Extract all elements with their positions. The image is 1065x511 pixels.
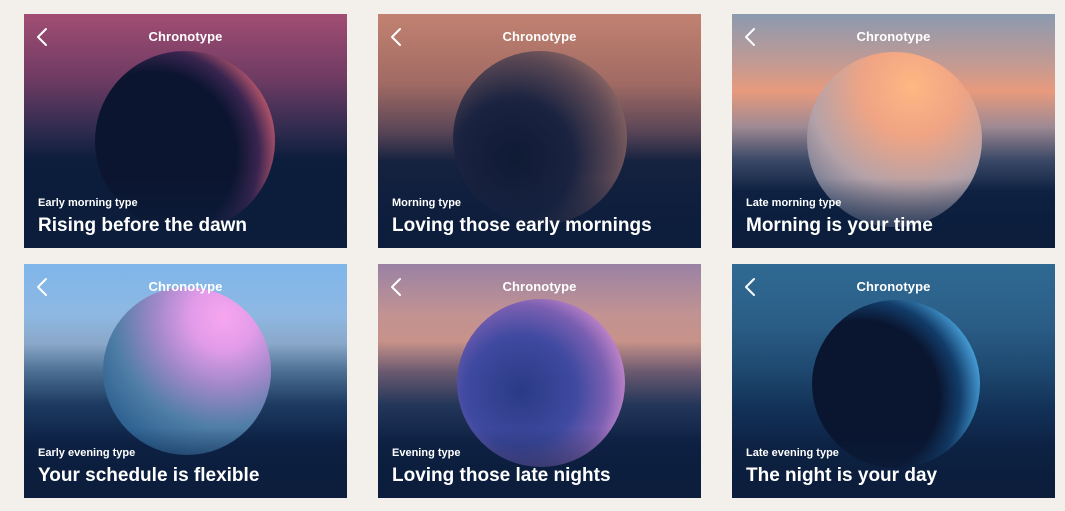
screen-title: Chronotype (502, 279, 577, 294)
chronotype-card-evening[interactable]: Chronotype Evening type Loving those lat… (378, 264, 701, 498)
screen-title: Chronotype (148, 29, 223, 44)
chronotype-subtitle: Morning type (392, 197, 462, 209)
chronotype-card-early-evening[interactable]: Chronotype Early evening type Your sched… (24, 264, 347, 498)
chronotype-card-early-morning[interactable]: Chronotype Early morning type Rising bef… (24, 14, 347, 248)
chronotype-card-late-evening[interactable]: Chronotype Late evening type The night i… (732, 264, 1055, 498)
chronotype-subtitle: Late evening type (746, 447, 839, 459)
screen-title: Chronotype (502, 29, 577, 44)
chronotype-headline: Loving those early mornings (392, 215, 652, 236)
chronotype-headline: Morning is your time (746, 215, 933, 236)
chronotype-subtitle: Early evening type (38, 447, 136, 459)
bottom-gradient (24, 178, 347, 248)
chronotype-headline: Rising before the dawn (38, 215, 248, 236)
chronotype-card-late-morning[interactable]: Chronotype Late morning type Morning is … (732, 14, 1055, 248)
chronotype-subtitle: Late morning type (746, 197, 842, 209)
chronotype-headline: Loving those late nights (392, 465, 611, 486)
chronotype-headline: The night is your day (746, 465, 938, 486)
chronotype-card-morning[interactable]: Chronotype Morning type Loving those ear… (378, 14, 701, 248)
bottom-gradient (378, 178, 701, 248)
chronotype-subtitle: Evening type (392, 447, 461, 459)
chronotype-headline: Your schedule is flexible (38, 465, 260, 486)
screen-title: Chronotype (148, 279, 223, 294)
bottom-gradient (732, 428, 1055, 498)
screen-title: Chronotype (856, 279, 931, 294)
bottom-gradient (378, 428, 701, 498)
bottom-gradient (24, 428, 347, 498)
chronotype-subtitle: Early morning type (38, 197, 138, 209)
screen-title: Chronotype (856, 29, 931, 44)
bottom-gradient (732, 178, 1055, 248)
